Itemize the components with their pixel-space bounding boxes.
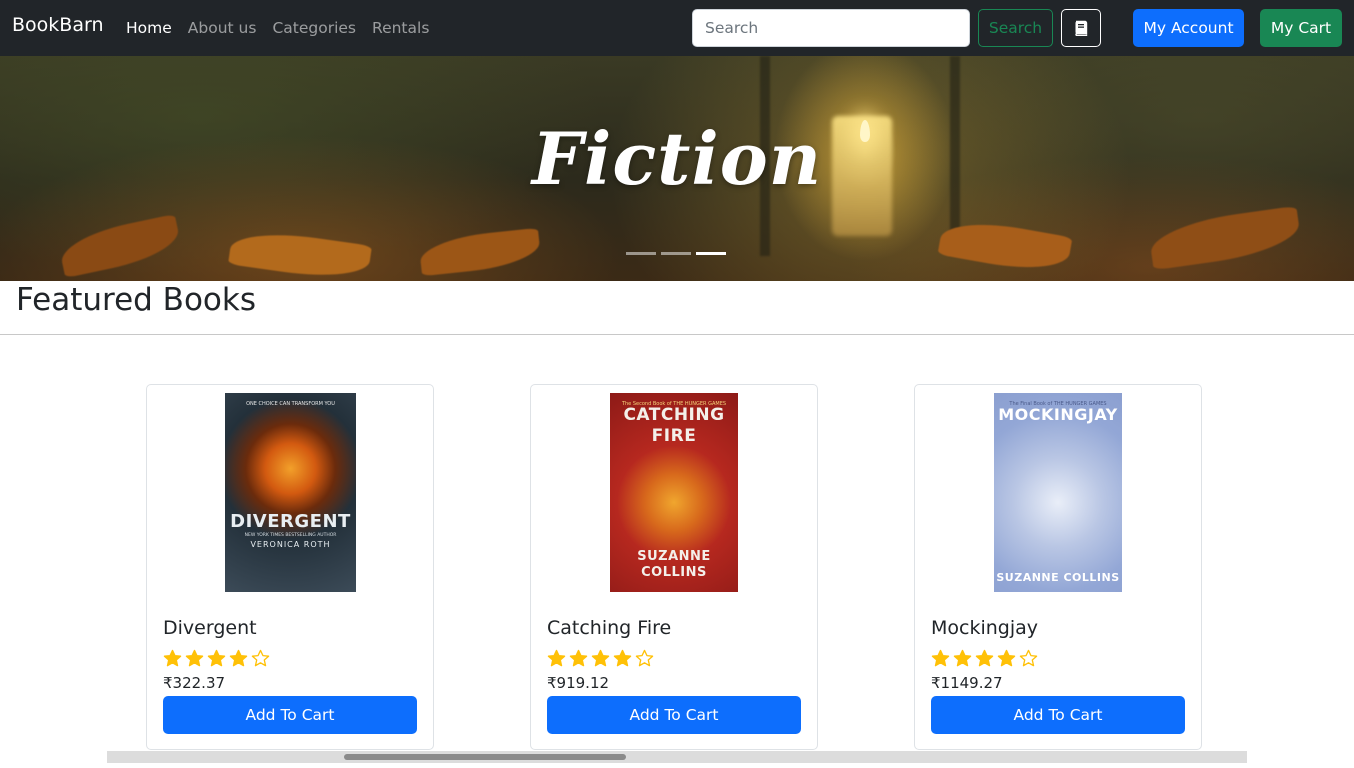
star-filled-icon [931, 649, 950, 667]
star-filled-icon [163, 649, 182, 667]
book-button[interactable] [1061, 9, 1101, 47]
horizontal-scrollbar[interactable] [107, 751, 1247, 763]
add-to-cart-button[interactable]: Add To Cart [163, 696, 417, 734]
scrollbar-thumb[interactable] [344, 754, 626, 760]
cover-title: MOCKINGJAY [998, 405, 1118, 424]
search-input[interactable] [692, 9, 970, 47]
star-filled-icon [953, 649, 972, 667]
leaf-decoration [57, 213, 183, 279]
star-empty-icon [635, 649, 654, 667]
cover-tagline: ONE CHOICE CAN TRANSFORM YOU [246, 401, 335, 407]
add-to-cart-button[interactable]: Add To Cart [547, 696, 801, 734]
nav-link-home[interactable]: Home [118, 19, 180, 37]
star-rating [931, 649, 1038, 668]
star-filled-icon [229, 649, 248, 667]
star-rating [163, 649, 270, 668]
nav-links: Home About us Categories Rentals [118, 0, 437, 56]
cover-author: SUZANNE COLLINS [637, 549, 711, 580]
top-navbar: BookBarn Home About us Categories Rental… [0, 0, 1354, 56]
nav-link-about[interactable]: About us [180, 19, 265, 37]
star-filled-icon [591, 649, 610, 667]
star-filled-icon [997, 649, 1016, 667]
book-card-divergent: ONE CHOICE CAN TRANSFORM YOU DIVERGENT N… [146, 384, 434, 750]
carousel-indicators [626, 252, 726, 255]
leaf-decoration [1147, 205, 1303, 271]
section-divider [0, 334, 1354, 335]
star-filled-icon [207, 649, 226, 667]
book-cover-catching-fire[interactable]: The Second Book of THE HUNGER GAMES CATC… [610, 393, 738, 592]
brand-logo[interactable]: BookBarn [12, 14, 103, 36]
carousel-indicator-3[interactable] [696, 252, 726, 255]
book-cover-divergent[interactable]: ONE CHOICE CAN TRANSFORM YOU DIVERGENT N… [225, 393, 356, 592]
book-cover-mockingjay[interactable]: The Final Book of THE HUNGER GAMES MOCKI… [994, 393, 1122, 592]
nav-link-rentals[interactable]: Rentals [364, 19, 437, 37]
book-title: Mockingjay [931, 617, 1039, 639]
book-title: Divergent [163, 617, 257, 639]
book-price: ₹919.12 [547, 674, 610, 692]
search-button[interactable]: Search [978, 9, 1053, 47]
cover-subtitle: NEW YORK TIMES BESTSELLING AUTHOR [244, 533, 337, 538]
nav-link-categories[interactable]: Categories [264, 19, 364, 37]
star-empty-icon [251, 649, 270, 667]
star-filled-icon [613, 649, 632, 667]
my-account-button[interactable]: My Account [1133, 9, 1244, 47]
book-price: ₹1149.27 [931, 674, 1003, 692]
book-card-catching-fire: The Second Book of THE HUNGER GAMES CATC… [530, 384, 818, 750]
featured-books-heading: Featured Books [16, 282, 256, 318]
star-filled-icon [547, 649, 566, 667]
hero-title: Fiction [531, 116, 823, 201]
book-icon [1075, 20, 1088, 36]
book-title: Catching Fire [547, 617, 672, 639]
star-filled-icon [569, 649, 588, 667]
star-empty-icon [1019, 649, 1038, 667]
cover-author: VERONICA ROTH [250, 540, 331, 549]
leaf-decoration [418, 227, 542, 277]
carousel-indicator-2[interactable] [661, 252, 691, 255]
star-rating [547, 649, 654, 668]
star-filled-icon [185, 649, 204, 667]
cover-title: CATCHING FIRE [623, 405, 725, 446]
book-price: ₹322.37 [163, 674, 226, 692]
add-to-cart-button[interactable]: Add To Cart [931, 696, 1185, 734]
my-cart-button[interactable]: My Cart [1260, 9, 1342, 47]
cover-title: DIVERGENT [230, 511, 351, 532]
star-filled-icon [975, 649, 994, 667]
carousel-indicator-1[interactable] [626, 252, 656, 255]
cover-author: SUZANNE COLLINS [996, 571, 1120, 584]
book-card-mockingjay: The Final Book of THE HUNGER GAMES MOCKI… [914, 384, 1202, 750]
hero-carousel: Fiction [0, 56, 1354, 281]
leaf-decoration [228, 226, 372, 281]
